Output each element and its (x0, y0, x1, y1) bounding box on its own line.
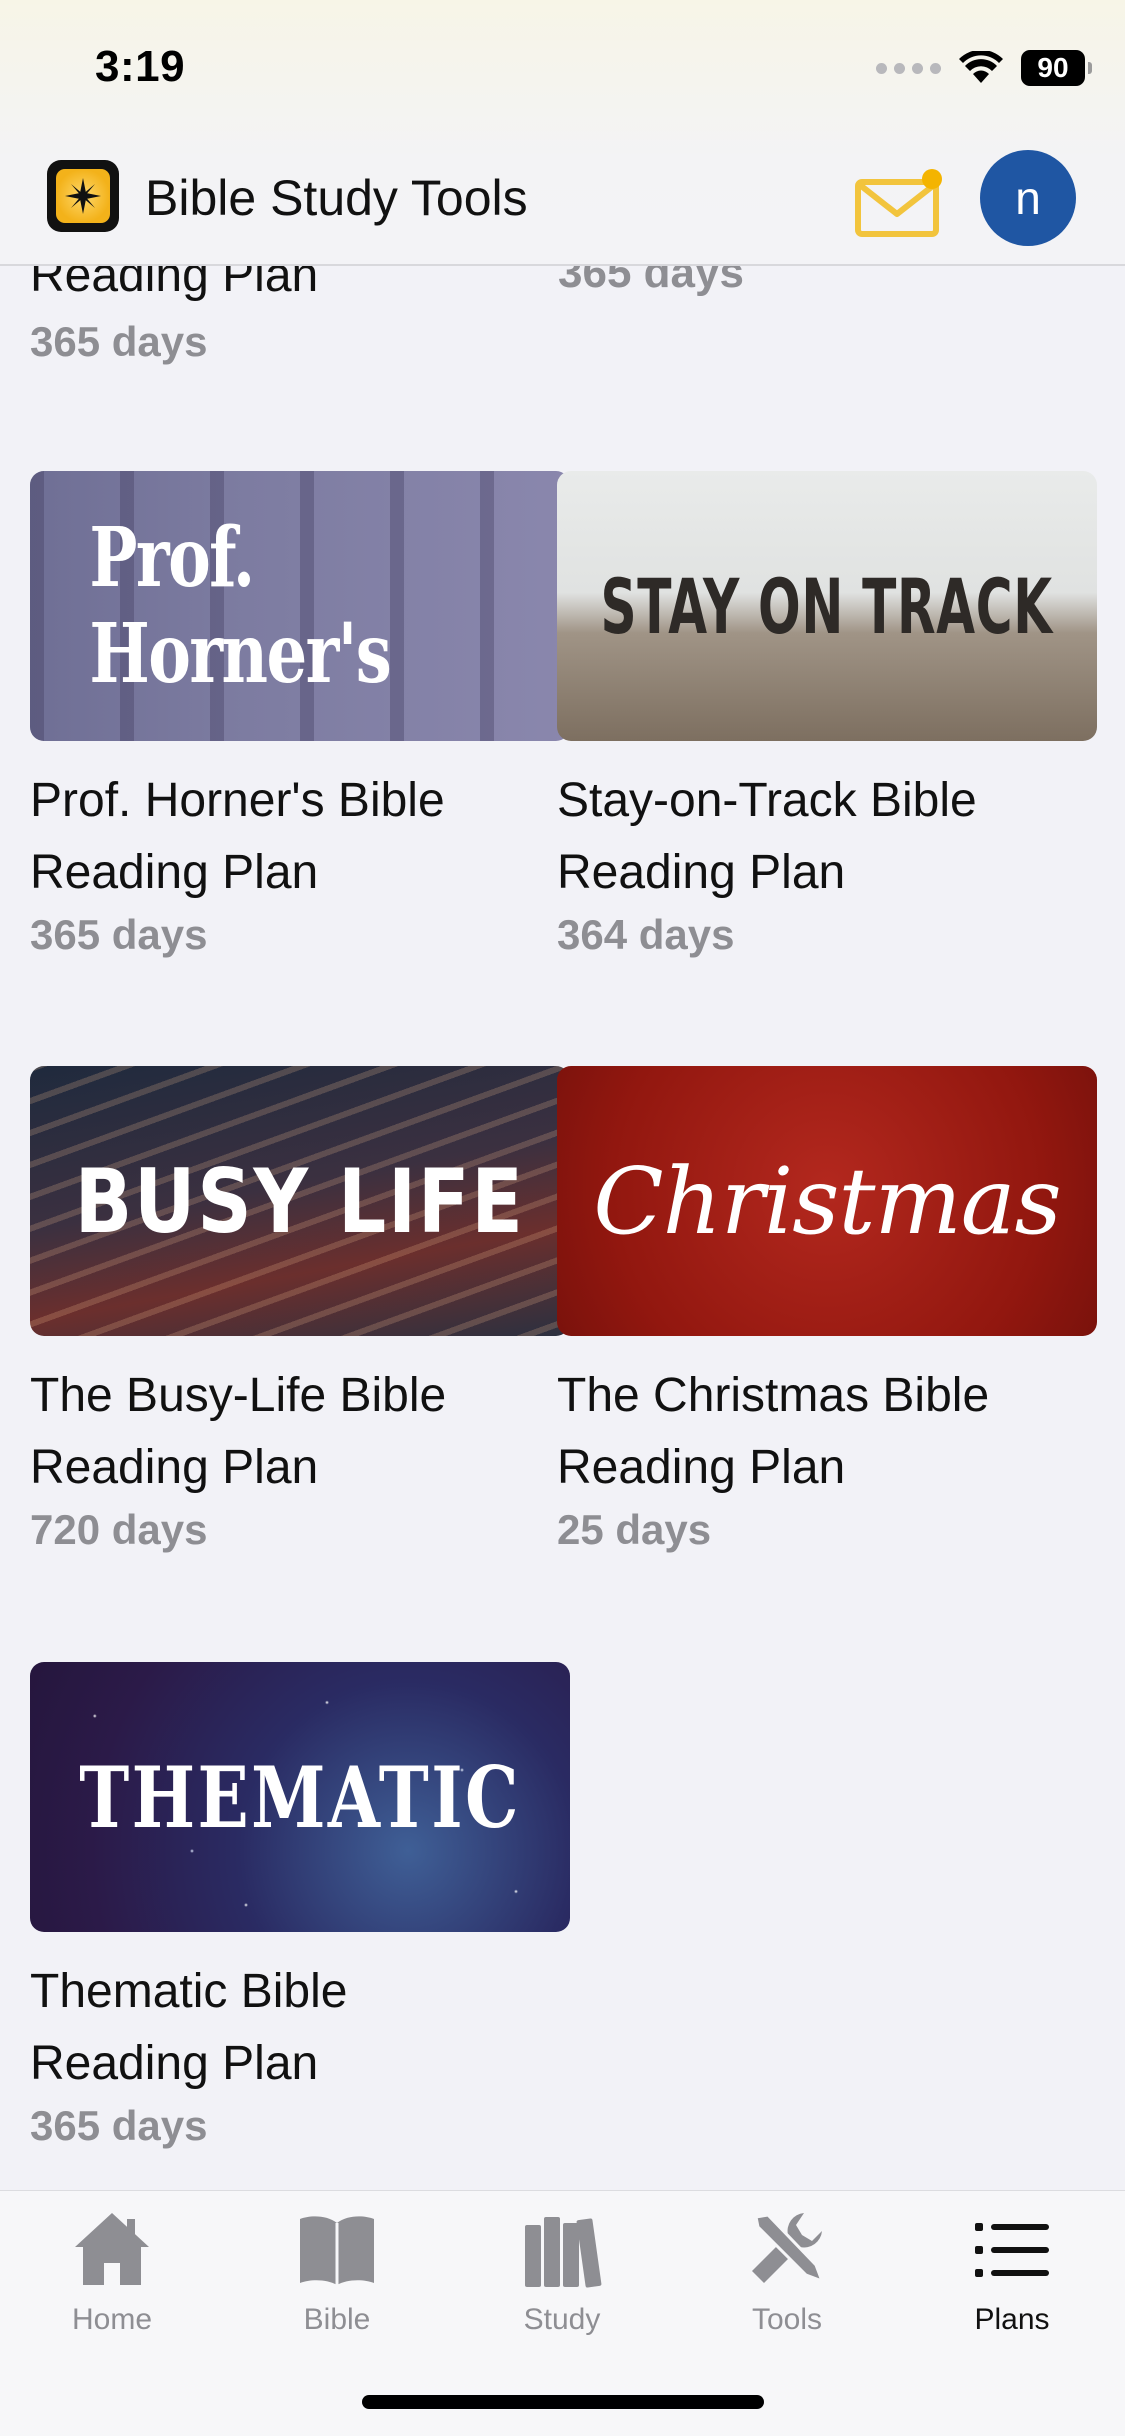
tab-label: Home (71, 2303, 153, 2336)
tab-plans[interactable]: Plans (912, 2205, 1112, 2345)
tools-icon (752, 2213, 825, 2284)
plan-card-busy-life[interactable]: BUSY LIFE The Busy-Life Bible Reading Pl… (30, 1066, 570, 1554)
status-icons: 90 (876, 46, 1092, 90)
home-indicator[interactable] (362, 2395, 764, 2409)
tab-tools[interactable]: Tools (687, 2205, 887, 2345)
tab-bible[interactable]: Bible (237, 2205, 437, 2345)
plan-image-busy-life[interactable]: BUSY LIFE (30, 1066, 570, 1336)
home-icon (75, 2213, 149, 2285)
plan-days: 25 days (557, 1506, 712, 1553)
tab-home[interactable]: Home (12, 2205, 212, 2345)
plan-title[interactable]: Prof. Horner's Bible Reading Plan (30, 765, 570, 909)
tab-label: Bible (303, 2303, 371, 2336)
tab-label: Plans (974, 2303, 1050, 2336)
app-logo (47, 160, 119, 232)
plans-scroll-area[interactable]: Reading Plan 365 days 365 days Prof. Hor… (0, 0, 1125, 2190)
inbox-button[interactable] (855, 168, 945, 238)
battery-level: 90 (1037, 52, 1069, 83)
cellular-signal-icon (876, 62, 941, 74)
plan-card-christmas[interactable]: Christmas The Christmas Bible Reading Pl… (557, 1066, 1097, 1554)
status-time: 3:19 (95, 42, 186, 91)
plan-image-text: Christmas (593, 1147, 1062, 1255)
plan-title[interactable]: The Busy-Life Bible Reading Plan (30, 1360, 570, 1504)
wifi-icon (959, 51, 1003, 83)
plan-image-horner[interactable]: Prof. Horner's (30, 471, 570, 741)
plan-image-text: STAY ON TRACK (600, 561, 1054, 651)
star-icon (65, 178, 101, 214)
plan-days: 720 days (30, 1506, 208, 1553)
plan-days: 365 days (30, 911, 208, 958)
tab-label: Tools (751, 2303, 823, 2336)
plan-title[interactable]: The Christmas Bible Reading Plan (557, 1360, 1097, 1504)
plan-image-text: BUSY LIFE (74, 1149, 526, 1253)
mail-icon (855, 169, 942, 237)
plan-image-thematic[interactable]: THEMATIC (30, 1662, 570, 1932)
app-title: Bible Study Tools (145, 170, 528, 226)
plan-days-partial: 365 days (30, 318, 208, 365)
plan-card-stay-on-track[interactable]: STAY ON TRACK Stay-on-Track Bible Readin… (557, 471, 1097, 959)
plan-title[interactable]: Stay-on-Track Bible Reading Plan (557, 765, 1097, 909)
plan-days: 365 days (30, 2102, 208, 2149)
battery-icon: 90 (1021, 50, 1092, 86)
top-bar: 3:19 90 Bible Study Tools n (0, 0, 1125, 266)
plan-image-text: Prof. Horner's (89, 510, 391, 702)
books-icon (525, 2217, 602, 2288)
profile-avatar[interactable]: n (980, 150, 1076, 246)
plan-title[interactable]: Thematic Bible Reading Plan (30, 1956, 450, 2100)
avatar-initial: n (1015, 172, 1041, 224)
book-icon (300, 2216, 374, 2285)
plan-days: 364 days (557, 911, 735, 958)
tab-study[interactable]: Study (462, 2205, 662, 2345)
plan-image-stay-on-track[interactable]: STAY ON TRACK (557, 471, 1097, 741)
plan-image-text: THEMATIC (79, 1747, 521, 1847)
list-icon (975, 2223, 1049, 2277)
plan-card-horner[interactable]: Prof. Horner's Prof. Horner's Bible Read… (30, 471, 570, 959)
plan-image-christmas[interactable]: Christmas (557, 1066, 1097, 1336)
tab-label: Study (523, 2303, 601, 2336)
plan-card-thematic[interactable]: THEMATIC Thematic Bible Reading Plan 365… (30, 1662, 570, 2150)
